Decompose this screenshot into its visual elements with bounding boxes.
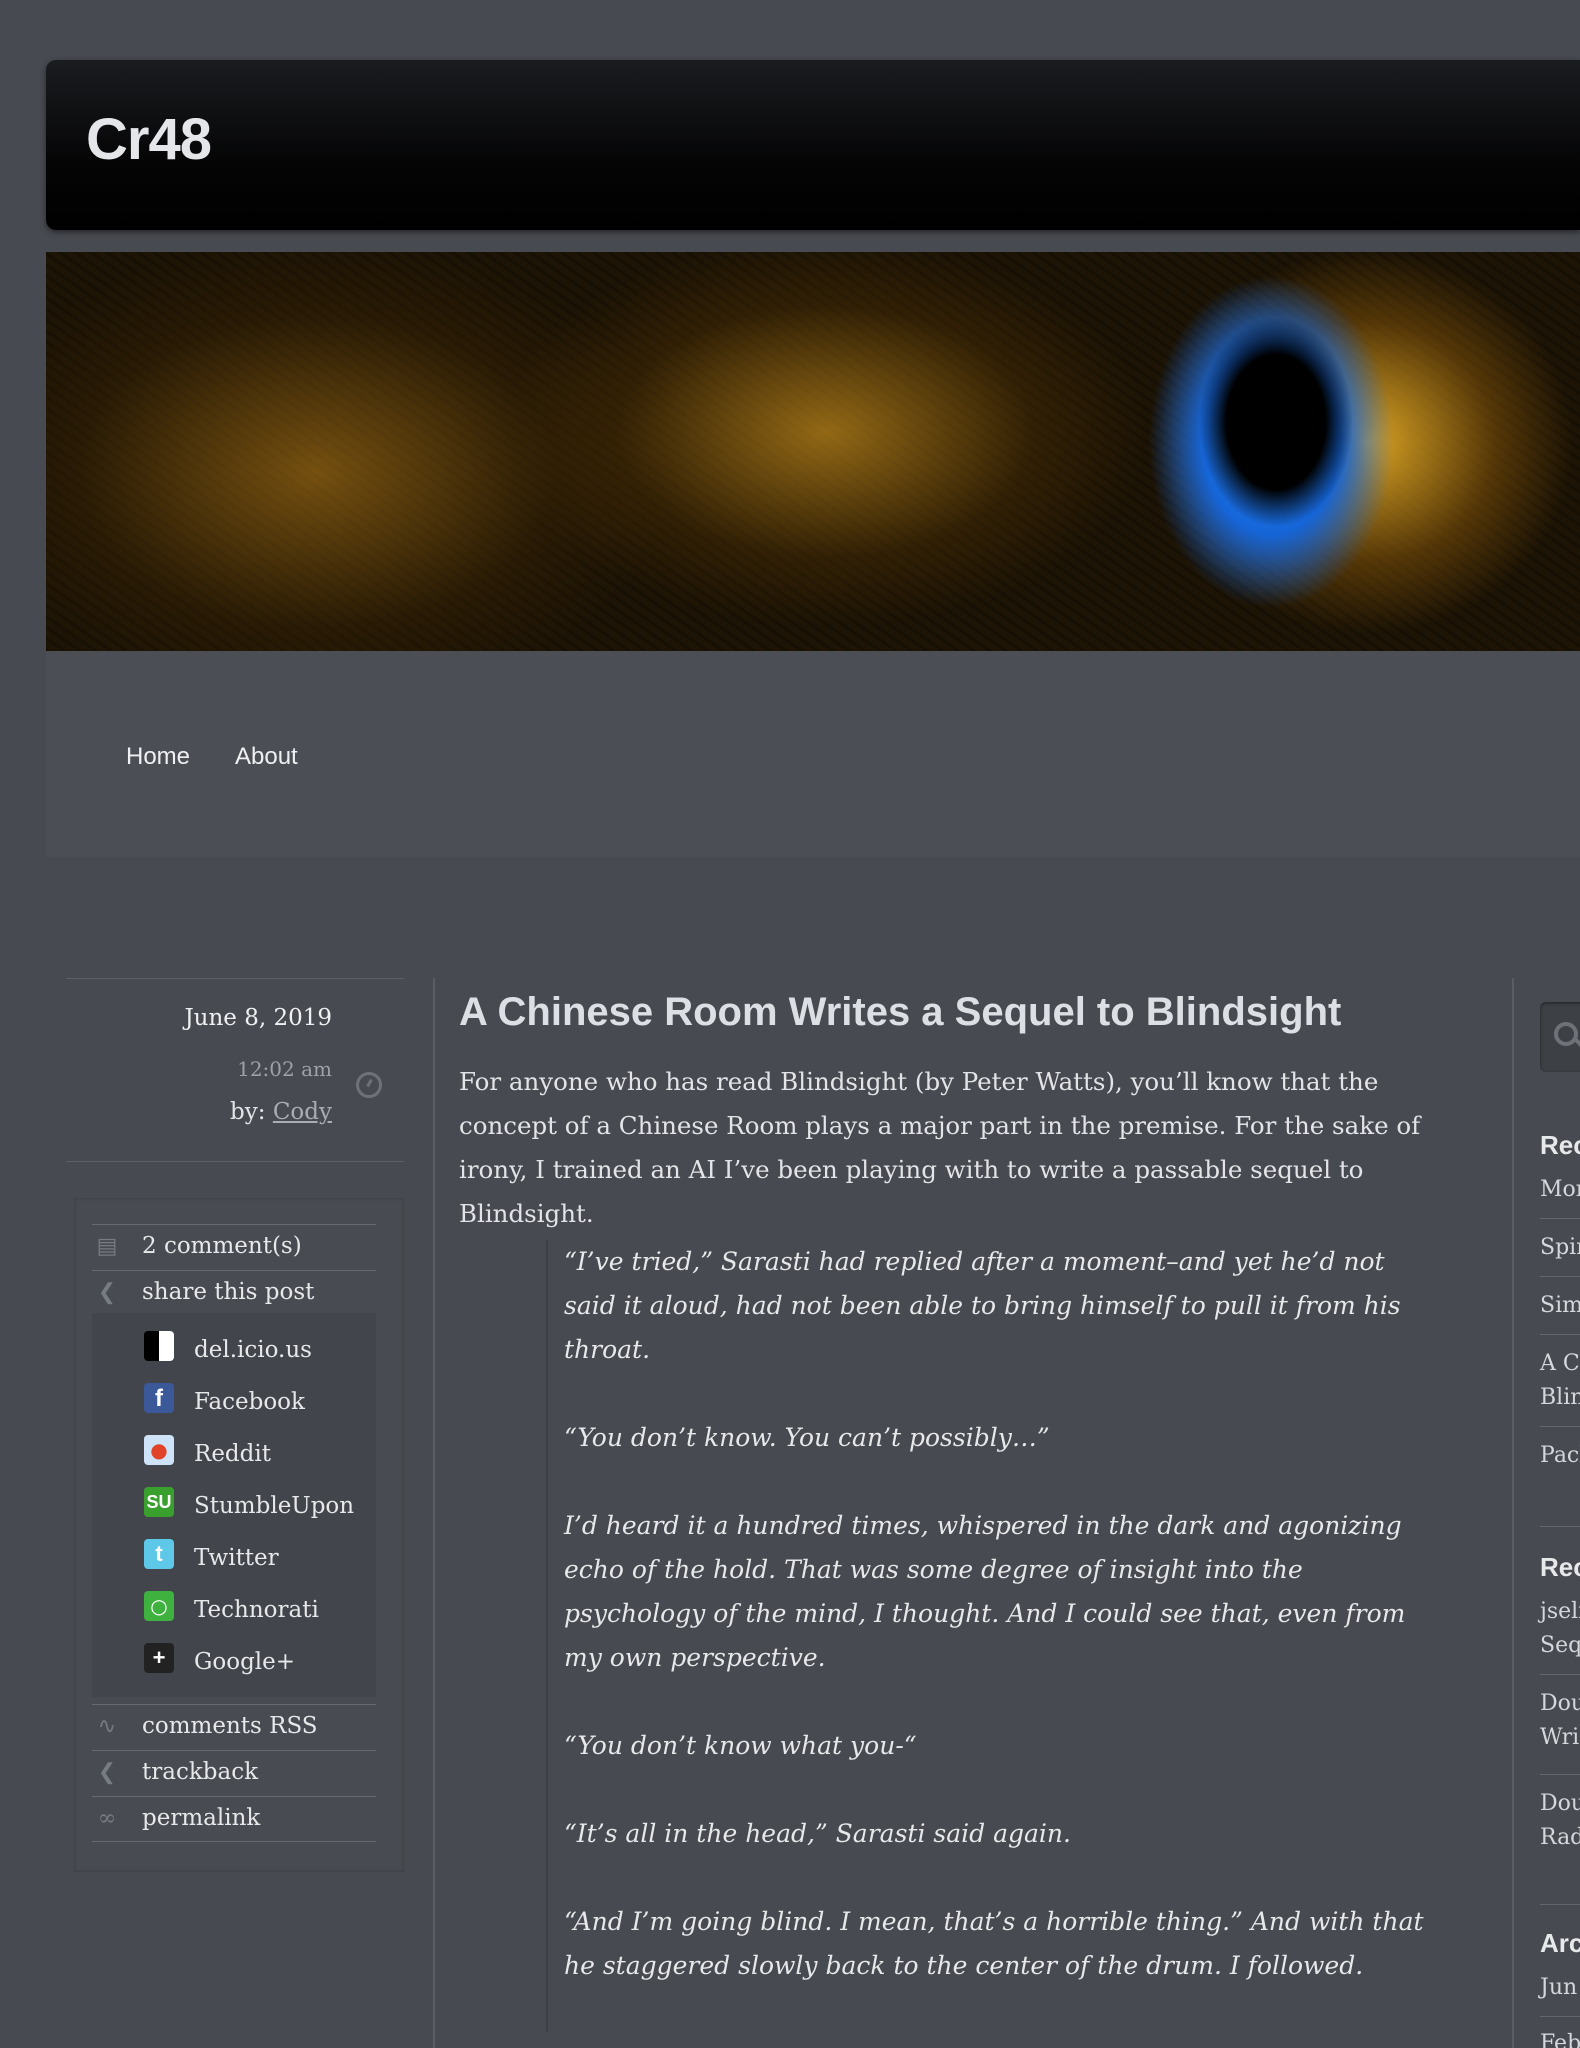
recent-comment-link[interactable]: Dou xyxy=(1540,1688,1580,1720)
divider xyxy=(1540,1334,1580,1335)
comments-rss-link[interactable]: ∿ comments RSS xyxy=(92,1704,376,1749)
facebook-icon: f xyxy=(144,1383,174,1413)
stumbleupon-icon: SU xyxy=(144,1487,174,1517)
post-date: June 8, 2019 xyxy=(184,1005,332,1031)
comments-link[interactable]: ▤ 2 comment(s) xyxy=(92,1224,376,1269)
technorati-icon: ○ xyxy=(144,1591,174,1621)
recent-post-link[interactable]: Blin xyxy=(1540,1382,1580,1414)
nav-home[interactable]: Home xyxy=(126,743,190,771)
divider xyxy=(1540,1674,1580,1675)
recent-comment-link[interactable]: jseli xyxy=(1540,1596,1580,1628)
header-banner-image xyxy=(46,252,1580,651)
archive-link[interactable]: Jun xyxy=(1540,1972,1577,2004)
post-title[interactable]: A Chinese Room Writes a Sequel to Blinds… xyxy=(459,990,1341,1035)
post-intro: For anyone who has read Blindsight (by P… xyxy=(459,1067,1421,1228)
post-blockquote: “I’ve tried,” Sarasti had replied after … xyxy=(546,1240,1444,2032)
archives-heading: Arc xyxy=(1540,1928,1580,1958)
share-services: del.icio.us f Facebook ● Reddit SU Stumb… xyxy=(92,1313,376,1697)
divider xyxy=(1540,1904,1580,1905)
recent-comment-link[interactable]: Rad xyxy=(1540,1822,1580,1854)
delicious-icon xyxy=(144,1331,174,1361)
googleplus-icon: + xyxy=(144,1643,174,1673)
recent-posts-heading: Rec xyxy=(1540,1130,1580,1160)
column-divider xyxy=(433,978,435,2048)
permalink-link[interactable]: ∞ permalink xyxy=(92,1796,376,1842)
divider xyxy=(1540,1218,1580,1219)
site-title[interactable]: Cr48 xyxy=(86,106,212,173)
quote-paragraph: “I’ve tried,” Sarasti had replied after … xyxy=(564,1247,1401,1364)
post-time: 12:02 am xyxy=(237,1057,332,1081)
recent-post-link[interactable]: Pacl xyxy=(1540,1440,1580,1472)
search-icon xyxy=(1554,1022,1578,1046)
main-nav: Home About xyxy=(46,651,1580,857)
recent-comments-heading: Rec xyxy=(1540,1552,1580,1582)
rss-icon: ∿ xyxy=(97,1714,117,1739)
archive-link[interactable]: Feb xyxy=(1540,2028,1580,2048)
post-byline: by: Cody xyxy=(230,1099,332,1125)
recent-comment-link[interactable]: Wri xyxy=(1540,1722,1579,1754)
post-meta: June 8, 2019 12:02 am by: Cody xyxy=(66,978,404,1162)
divider xyxy=(1540,1774,1580,1775)
comment-icon: ▤ xyxy=(96,1234,118,1259)
share-panel: ▤ 2 comment(s) ❮ share this post del.ici… xyxy=(74,1198,404,1872)
recent-post-link[interactable]: A Cl xyxy=(1540,1348,1580,1380)
right-sidebar: Rec Mor Spir Sim A Cl Blin Pacl Rec jsel… xyxy=(1514,978,1580,2048)
clock-icon xyxy=(356,1072,382,1098)
divider xyxy=(1540,1276,1580,1277)
recent-post-link[interactable]: Sim xyxy=(1540,1290,1580,1322)
nav-about[interactable]: About xyxy=(235,743,298,771)
quote-paragraph: “You don’t know. You can’t possibly…” xyxy=(564,1423,1050,1452)
quote-paragraph: “And I’m going blind. I mean, that’s a h… xyxy=(564,1907,1424,1980)
author-link[interactable]: Cody xyxy=(273,1099,332,1125)
twitter-icon: t xyxy=(144,1539,174,1569)
quote-paragraph: “You don’t know what you-“ xyxy=(564,1731,917,1760)
search-input[interactable] xyxy=(1540,1002,1580,1072)
site-header: Cr48 xyxy=(46,60,1580,230)
recent-post-link[interactable]: Spir xyxy=(1540,1232,1580,1264)
trackback-link[interactable]: ❮ trackback xyxy=(92,1750,376,1795)
divider xyxy=(1540,1526,1580,1527)
divider xyxy=(1540,1426,1580,1427)
trackback-icon: ❮ xyxy=(97,1760,117,1785)
quote-paragraph: I’d heard it a hundred times, whispered … xyxy=(564,1511,1406,1672)
recent-post-link[interactable]: Mor xyxy=(1540,1174,1580,1206)
by-label: by: xyxy=(230,1099,266,1125)
reddit-icon: ● xyxy=(144,1435,174,1465)
recent-comment-link[interactable]: Seq xyxy=(1540,1630,1580,1662)
quote-paragraph: “It’s all in the head,” Sarasti said aga… xyxy=(564,1819,1071,1848)
link-icon: ∞ xyxy=(97,1806,117,1831)
share-icon: ❮ xyxy=(97,1280,117,1305)
divider xyxy=(1540,2016,1580,2017)
share-toggle[interactable]: ❮ share this post xyxy=(92,1270,376,1315)
recent-comment-link[interactable]: Dou xyxy=(1540,1788,1580,1820)
